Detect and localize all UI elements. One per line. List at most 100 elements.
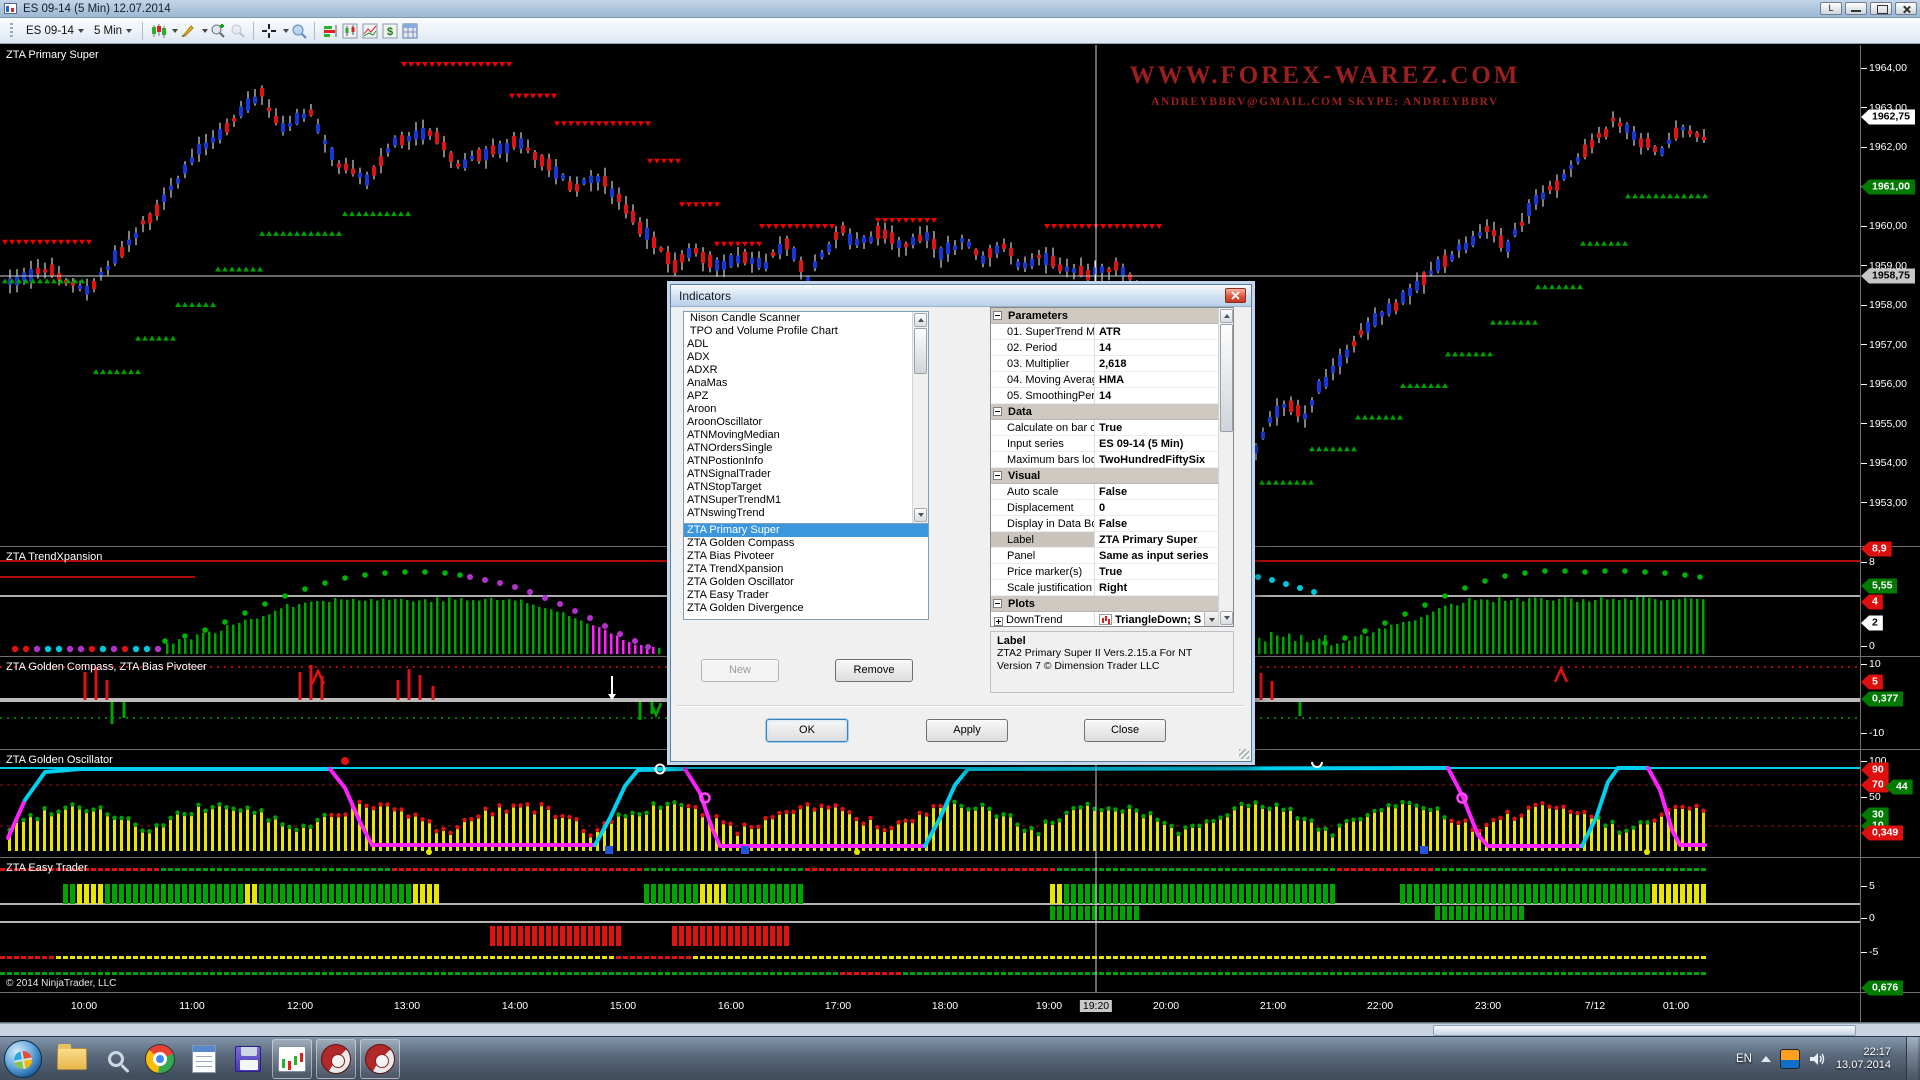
- hscrollbar-thumb[interactable]: [1433, 1025, 1856, 1036]
- applied-indicator-item[interactable]: ZTA Golden Oscillator: [684, 576, 928, 589]
- remove-button[interactable]: Remove: [835, 659, 913, 682]
- taskbar-notepad[interactable]: [184, 1039, 224, 1079]
- indicator-list-item[interactable]: AnaMas: [684, 377, 911, 390]
- interval-selector[interactable]: 5 Min: [89, 23, 137, 39]
- collapse-icon[interactable]: [993, 471, 1002, 480]
- collapse-icon[interactable]: [993, 311, 1002, 320]
- indicator-list-item[interactable]: ATNSignalTrader: [684, 468, 911, 481]
- drawing-pencil-icon[interactable]: [178, 21, 198, 41]
- property-category-row[interactable]: Visual: [991, 468, 1218, 484]
- instrument-selector[interactable]: ES 09-14: [21, 23, 89, 39]
- scroll-up-icon[interactable]: [1220, 309, 1233, 323]
- show-desktop-button[interactable]: [1906, 1037, 1918, 1080]
- property-row[interactable]: 05. SmoothingPeriod14: [991, 388, 1218, 404]
- list-scrollbar[interactable]: [912, 312, 928, 523]
- applied-indicator-item[interactable]: ZTA Bias Pivoteer: [684, 550, 928, 563]
- maximize-button[interactable]: [1870, 2, 1892, 15]
- minimize-button[interactable]: [1845, 2, 1867, 15]
- indicator-list-item[interactable]: ATNSuperTrendM1: [684, 494, 911, 507]
- indicator-list-item[interactable]: ADL: [684, 338, 911, 351]
- taskbar-ninjatrader-1[interactable]: [316, 1039, 356, 1079]
- zoom-in-icon[interactable]: [208, 21, 228, 41]
- applied-indicator-item[interactable]: ZTA Primary Super: [684, 524, 928, 537]
- property-row[interactable]: Maximum bars look baTwoHundredFiftySix: [991, 452, 1218, 468]
- property-row[interactable]: Displacement0: [991, 500, 1218, 516]
- dialog-titlebar[interactable]: Indicators: [671, 285, 1251, 307]
- chart-hscrollbar[interactable]: [0, 1023, 1920, 1036]
- expand-icon[interactable]: [994, 617, 1003, 626]
- scrollbar-thumb[interactable]: [1220, 324, 1233, 432]
- taskbar-chart-app[interactable]: [272, 1039, 312, 1079]
- collapse-icon[interactable]: [993, 407, 1002, 416]
- apply-button[interactable]: Apply: [926, 719, 1008, 742]
- property-category-row[interactable]: Parameters: [991, 308, 1218, 324]
- data-grid-icon[interactable]: [400, 21, 420, 41]
- indicator-list-item[interactable]: Aroon: [684, 403, 911, 416]
- property-row[interactable]: Calculate on bar closeTrue: [991, 420, 1218, 436]
- applied-indicator-item[interactable]: ZTA Golden Divergence: [684, 602, 928, 615]
- property-category-row[interactable]: Plots: [991, 596, 1218, 612]
- chart-trader-icon[interactable]: [340, 21, 360, 41]
- indicator-list-item[interactable]: Nison Candle Scanner: [684, 312, 911, 325]
- indicator-list-item[interactable]: ATNMovingMedian: [684, 429, 911, 442]
- applied-indicators-list[interactable]: ZTA Primary SuperZTA Golden CompassZTA B…: [683, 523, 929, 620]
- clock[interactable]: 22:17 13.07.2014: [1836, 1046, 1891, 1072]
- scroll-up-icon[interactable]: [914, 313, 927, 327]
- dropdown-button[interactable]: [1204, 612, 1218, 627]
- link-button[interactable]: L: [1820, 2, 1842, 15]
- crosshair-icon[interactable]: [259, 21, 279, 41]
- start-button[interactable]: [4, 1040, 42, 1078]
- property-row[interactable]: 04. Moving Average THMA: [991, 372, 1218, 388]
- resize-grip[interactable]: [1239, 749, 1249, 759]
- speaker-icon[interactable]: [1809, 1051, 1827, 1067]
- ok-button[interactable]: OK: [766, 719, 848, 742]
- property-row[interactable]: 02. Period14: [991, 340, 1218, 356]
- indicator-list-item[interactable]: TPO and Volume Profile Chart: [684, 325, 911, 338]
- close-dialog-button[interactable]: Close: [1084, 719, 1166, 742]
- dialog-close-button[interactable]: [1225, 288, 1246, 303]
- property-row[interactable]: Display in Data BoxFalse: [991, 516, 1218, 532]
- property-row[interactable]: DownTrendTriangleDown; S: [991, 612, 1218, 627]
- zoom-out-icon[interactable]: [228, 21, 248, 41]
- dollar-icon[interactable]: $: [380, 21, 400, 41]
- close-button[interactable]: [1895, 2, 1917, 15]
- taskbar-search[interactable]: [96, 1039, 136, 1079]
- line-chart-icon[interactable]: [360, 21, 380, 41]
- magnifier-icon[interactable]: [289, 21, 309, 41]
- property-row[interactable]: 01. SuperTrend ModeATR: [991, 324, 1218, 340]
- language-indicator[interactable]: EN: [1736, 1053, 1752, 1065]
- taskbar-chrome[interactable]: [140, 1039, 180, 1079]
- scroll-down-icon[interactable]: [1220, 611, 1233, 625]
- scrollbar-thumb[interactable]: [914, 328, 927, 374]
- bar-style-icon[interactable]: [148, 21, 168, 41]
- tray-app-icon[interactable]: [1780, 1049, 1800, 1069]
- indicator-list-item[interactable]: ATNswingTrend: [684, 507, 911, 520]
- grid-scrollbar[interactable]: [1218, 308, 1233, 626]
- new-button[interactable]: New: [701, 659, 779, 682]
- indicator-list-item[interactable]: ATNPostionInfo: [684, 455, 911, 468]
- indicator-list-item[interactable]: APZ: [684, 390, 911, 403]
- property-row[interactable]: LabelZTA Primary Super: [991, 532, 1218, 548]
- property-row[interactable]: 03. Multiplier2,618: [991, 356, 1218, 372]
- taskbar-folder[interactable]: [52, 1039, 92, 1079]
- property-row[interactable]: Scale justificationRight: [991, 580, 1218, 596]
- scroll-down-icon[interactable]: [914, 508, 927, 522]
- property-row[interactable]: Price marker(s)True: [991, 564, 1218, 580]
- indicator-list-item[interactable]: ATNStopTarget: [684, 481, 911, 494]
- indicator-list-item[interactable]: ATNOrdersSingle: [684, 442, 911, 455]
- property-row[interactable]: Input seriesES 09-14 (5 Min): [991, 436, 1218, 452]
- collapse-icon[interactable]: [993, 599, 1002, 608]
- property-row[interactable]: Auto scaleFalse: [991, 484, 1218, 500]
- indicator-list-item[interactable]: ADX: [684, 351, 911, 364]
- indicator-list-item[interactable]: AroonOscillator: [684, 416, 911, 429]
- property-row[interactable]: PanelSame as input series: [991, 548, 1218, 564]
- market-depth-icon[interactable]: [320, 21, 340, 41]
- toolbar-grip[interactable]: [10, 23, 13, 39]
- taskbar-ninjatrader-2[interactable]: [360, 1039, 400, 1079]
- show-hidden-icons[interactable]: [1761, 1051, 1771, 1062]
- applied-indicator-item[interactable]: ZTA TrendXpansion: [684, 563, 928, 576]
- property-grid[interactable]: Parameters01. SuperTrend ModeATR02. Peri…: [990, 307, 1234, 627]
- available-indicators-list[interactable]: Nison Candle Scanner TPO and Volume Prof…: [683, 311, 929, 524]
- property-category-row[interactable]: Data: [991, 404, 1218, 420]
- applied-indicator-item[interactable]: ZTA Easy Trader: [684, 589, 928, 602]
